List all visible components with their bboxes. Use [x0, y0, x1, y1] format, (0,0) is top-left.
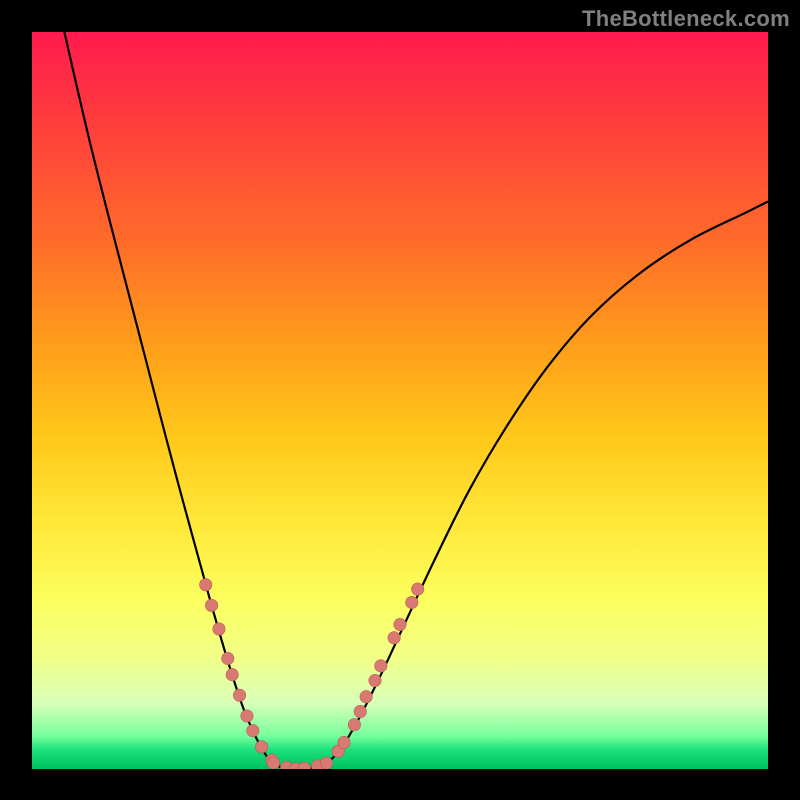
marker-dot: [354, 705, 366, 717]
curve-right: [326, 202, 768, 764]
marker-dot: [205, 599, 217, 611]
marker-dot: [247, 724, 259, 736]
chart-container: TheBottleneck.com: [0, 0, 800, 800]
marker-dot: [369, 674, 381, 686]
curve-left: [64, 32, 275, 765]
marker-dot: [226, 668, 238, 680]
brand-watermark: TheBottleneck.com: [582, 6, 790, 32]
curve-layer: [32, 32, 768, 769]
marker-dot: [233, 689, 245, 701]
marker-dot: [298, 762, 310, 769]
marker-dot: [267, 757, 279, 769]
marker-dot: [200, 579, 212, 591]
marker-dot: [394, 618, 406, 630]
marker-dot: [320, 757, 332, 769]
marker-dot: [388, 632, 400, 644]
marker-group: [200, 579, 424, 769]
marker-dot: [241, 710, 253, 722]
marker-dot: [338, 736, 350, 748]
marker-dot: [213, 623, 225, 635]
marker-dot: [255, 741, 267, 753]
marker-dot: [375, 660, 387, 672]
marker-dot: [406, 596, 418, 608]
marker-dot: [222, 652, 234, 664]
marker-dot: [360, 691, 372, 703]
plot-area: [32, 32, 768, 769]
marker-dot: [411, 583, 423, 595]
marker-dot: [348, 719, 360, 731]
